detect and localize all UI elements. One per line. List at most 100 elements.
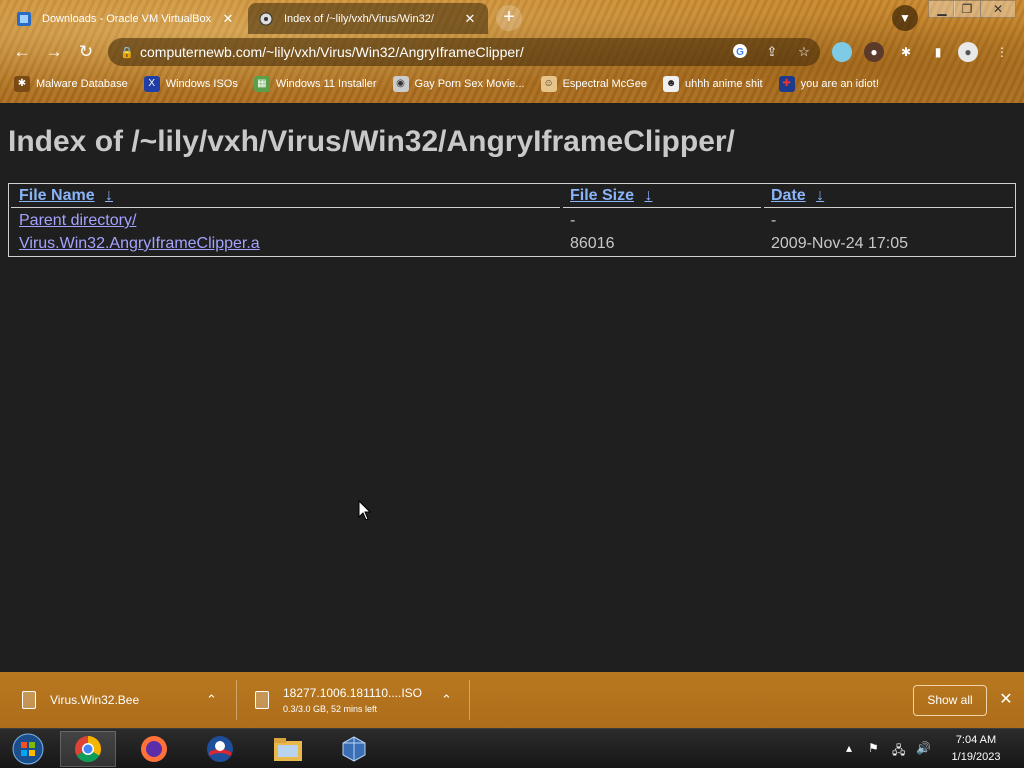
clock-time: 7:04 AM xyxy=(955,734,997,746)
restore-button[interactable]: ❐ xyxy=(953,0,981,18)
directory-listing-table: File Name ↓ File Size ↓ Date ↓ Parent di… xyxy=(8,183,1016,257)
star-icon[interactable]: ☆ xyxy=(788,44,820,60)
address-url: computernewb.com/~lily/vxh/Virus/Win32/A… xyxy=(140,44,524,60)
sort-file-size-link[interactable]: File Size xyxy=(570,187,634,204)
bookmark-label: you are an idiot! xyxy=(800,78,879,90)
bookmark-label: Espectral McGee xyxy=(562,78,647,90)
close-icon[interactable]: ✕ xyxy=(220,11,236,27)
chevron-up-icon[interactable]: ⌃ xyxy=(206,692,217,708)
face-icon: ☺ xyxy=(540,76,557,92)
kebab-menu-icon[interactable]: ⋮ xyxy=(992,42,1012,62)
mouse-cursor-icon xyxy=(358,500,372,521)
profile-extension-icon[interactable]: ● xyxy=(864,42,884,62)
image-icon: ▦ xyxy=(253,76,270,92)
window-close-button[interactable]: ✕ xyxy=(980,0,1016,18)
windows-taskbar: ▴ ⚑ 🖧 🔊 7:04 AM 1/19/2023 xyxy=(0,728,1024,768)
google-lens-icon[interactable]: G xyxy=(724,43,756,62)
sort-date-link[interactable]: Date xyxy=(771,187,806,204)
windows-orb-icon xyxy=(12,733,44,765)
start-button[interactable] xyxy=(0,731,56,767)
column-header-date[interactable]: Date ↓ xyxy=(771,187,824,205)
file-size-cell: - xyxy=(570,212,576,229)
sort-arrow-icon[interactable]: ↓ xyxy=(644,187,652,204)
tab-strip: Downloads - Oracle VM VirtualBox ✕ Index… xyxy=(0,0,1024,34)
bookmark-windows-isos[interactable]: X Windows ISOs xyxy=(143,76,238,92)
minimize-button[interactable]: ▁ xyxy=(928,0,956,18)
tab-title: Index of /~lily/vxh/Virus/Win32/ xyxy=(284,12,434,25)
tab-index[interactable]: Index of /~lily/vxh/Virus/Win32/ ✕ xyxy=(248,3,488,34)
tab-downloads[interactable]: Downloads - Oracle VM VirtualBox ✕ xyxy=(6,3,246,34)
system-clock[interactable]: 7:04 AM 1/19/2023 xyxy=(932,732,1020,766)
bookmark-espectral-mcgee[interactable]: ☺ Espectral McGee xyxy=(540,76,647,92)
header-divider xyxy=(563,207,761,208)
back-button[interactable]: ← xyxy=(10,40,34,64)
show-all-button[interactable]: Show all xyxy=(913,685,987,716)
bookmark-windows-11-installer[interactable]: ▦ Windows 11 Installer xyxy=(253,76,377,92)
table-row-file: Virus.Win32.AngryIframeClipper.a xyxy=(19,235,260,253)
vm-icon xyxy=(258,11,274,27)
sort-arrow-icon[interactable]: ↓ xyxy=(105,187,113,204)
bookmarks-bar: ✱ Malware Database X Windows ISOs ▦ Wind… xyxy=(0,73,1024,95)
bookmark-movie[interactable]: ◉ Gay Porn Sex Movie... xyxy=(392,76,525,92)
anime-icon: ☻ xyxy=(662,76,679,92)
side-panel-icon[interactable]: ▮ xyxy=(928,42,948,62)
column-header-file-name[interactable]: File Name ↓ xyxy=(19,187,113,205)
taskbar-obama-app[interactable] xyxy=(192,731,248,767)
virtualbox-icon xyxy=(342,736,366,762)
trans-flag-extension-icon[interactable] xyxy=(832,42,852,62)
taskbar-chrome[interactable] xyxy=(60,731,116,767)
reload-button[interactable]: ↻ xyxy=(74,40,98,64)
folder-icon xyxy=(274,738,302,761)
firefox-icon xyxy=(141,736,167,762)
page-content: Index of /~lily/vxh/Virus/Win32/AngryIfr… xyxy=(0,103,1024,672)
close-icon[interactable]: ✕ xyxy=(462,11,478,27)
bookmark-label: uhhh anime shit xyxy=(684,78,763,90)
lock-icon: 🔒 xyxy=(120,46,134,59)
vm-icon: ◉ xyxy=(392,76,409,92)
tab-title: Downloads - Oracle VM VirtualBox xyxy=(42,12,212,25)
header-divider xyxy=(764,207,1013,208)
close-icon[interactable]: ✕ xyxy=(997,689,1015,711)
bookmark-you-are-an-idiot[interactable]: ✚ you are an idiot! xyxy=(778,76,879,92)
account-avatar[interactable]: ● xyxy=(958,42,978,62)
file-size-cell: 86016 xyxy=(570,235,615,252)
taskbar-file-explorer[interactable] xyxy=(260,731,316,767)
file-link[interactable]: Virus.Win32.AngryIframeClipper.a xyxy=(19,235,260,252)
table-row-parent: Parent directory/ xyxy=(19,212,136,230)
file-icon xyxy=(255,691,269,709)
chevron-up-icon[interactable]: ⌃ xyxy=(441,692,452,708)
download-name: 18277.1006.181110....ISO xyxy=(283,686,423,700)
svg-text:G: G xyxy=(736,47,744,58)
address-bar[interactable]: 🔒 computernewb.com/~lily/vxh/Virus/Win32… xyxy=(108,38,820,66)
bookmark-label: Malware Database xyxy=(36,78,128,90)
download-info: 18277.1006.181110....ISO 0.3/3.0 GB, 52 … xyxy=(283,686,422,714)
puzzle-icon[interactable]: ✱ xyxy=(896,42,916,62)
divider xyxy=(469,680,470,720)
bookmark-malware-database[interactable]: ✱ Malware Database xyxy=(14,76,128,92)
forward-button[interactable]: → xyxy=(42,40,66,64)
sort-file-name-link[interactable]: File Name xyxy=(19,187,95,204)
network-icon[interactable]: 🖧 xyxy=(892,741,905,762)
browser-toolbar: ← → ↻ 🔒 computernewb.com/~lily/vxh/Virus… xyxy=(0,36,1024,68)
parent-directory-link[interactable]: Parent directory/ xyxy=(19,212,136,229)
show-hidden-icons-chevron[interactable]: ▴ xyxy=(846,741,852,755)
chevron-down-icon: ▼ xyxy=(899,11,911,25)
share-icon[interactable]: ⇪ xyxy=(756,44,788,60)
action-center-flag-icon[interactable]: ⚑ xyxy=(868,741,879,755)
clock-date: 1/19/2023 xyxy=(951,751,1001,763)
taskbar-virtualbox[interactable] xyxy=(326,731,382,767)
download-item[interactable]: 18277.1006.181110....ISO 0.3/3.0 GB, 52 … xyxy=(255,672,465,728)
download-progress-text: 0.3/3.0 GB, 52 mins left xyxy=(283,704,378,714)
virtualbox-icon xyxy=(16,11,32,27)
bookmark-anime[interactable]: ☻ uhhh anime shit xyxy=(662,76,763,92)
taskbar-firefox[interactable] xyxy=(126,731,182,767)
file-icon xyxy=(22,691,36,709)
tab-search-button[interactable]: ▼ xyxy=(892,5,918,31)
volume-icon[interactable]: 🔊 xyxy=(916,741,931,755)
download-item[interactable]: Virus.Win32.Bee ⌃ xyxy=(22,672,232,728)
browser-chrome: Downloads - Oracle VM VirtualBox ✕ Index… xyxy=(0,0,1024,103)
bookmark-label: Windows ISOs xyxy=(165,78,238,90)
sort-arrow-icon[interactable]: ↓ xyxy=(816,187,824,204)
column-header-file-size[interactable]: File Size ↓ xyxy=(570,187,652,205)
new-tab-button[interactable]: + xyxy=(496,5,522,31)
